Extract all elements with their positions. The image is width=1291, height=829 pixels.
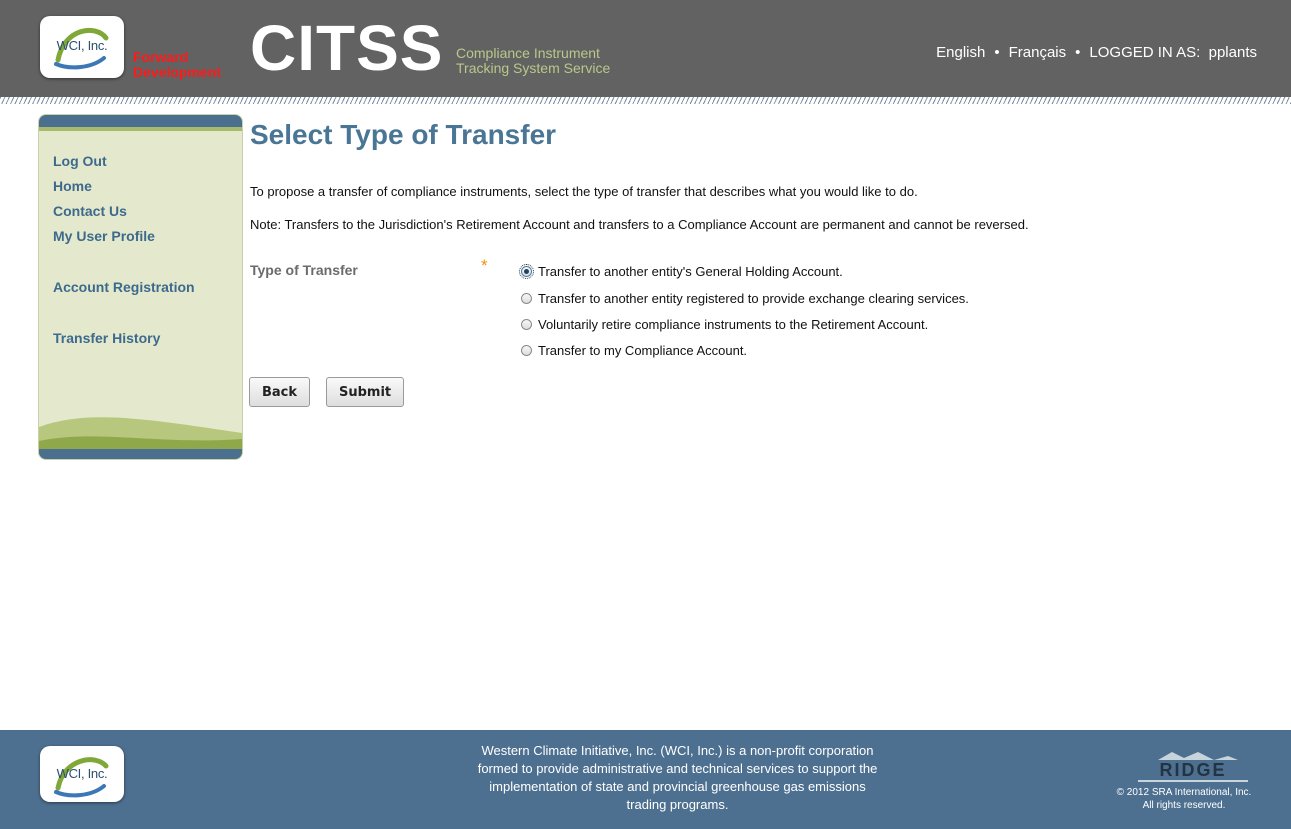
username: pplants [1208, 44, 1257, 61]
sidebar-accent-bar [39, 127, 242, 131]
page-title: Select Type of Transfer [250, 119, 557, 150]
footer-text-line: Western Climate Initiative, Inc. (WCI, I… [481, 743, 874, 758]
lang-french-link[interactable]: Français [1009, 44, 1067, 61]
footer-wci-logo: WCI, Inc. [40, 746, 124, 802]
type-of-transfer-label: Type of Transfer [250, 262, 358, 278]
ridge-logo: RIDGE [1138, 752, 1248, 782]
copyright-line-1: © 2012 SRA International, Inc. [1116, 787, 1252, 798]
radio-label[interactable]: Transfer to another entity's General Hol… [538, 264, 843, 279]
sidebar-item-account-registration[interactable]: Account Registration [53, 275, 195, 300]
wci-logo-text: WCI, Inc. [56, 38, 108, 53]
required-marker: * [481, 256, 488, 275]
radio-button[interactable] [521, 293, 532, 304]
header-divider [0, 97, 1291, 104]
env-line-1: Forward [133, 49, 189, 65]
env-line-2: Development [133, 64, 221, 80]
site-header: WCI, Inc. Forward Development CITSS Comp… [0, 0, 1291, 104]
intro-text: To propose a transfer of compliance inst… [250, 184, 918, 199]
back-button[interactable]: Back [249, 377, 311, 407]
radio-button-selected[interactable] [519, 264, 534, 279]
ridge-logo-text: RIDGE [1159, 760, 1227, 780]
brand-subtitle-line-2: Tracking System Service [456, 60, 611, 76]
sidebar-item-contact-us[interactable]: Contact Us [53, 199, 195, 224]
radio-option-general-holding[interactable]: Transfer to another entity's General Hol… [519, 264, 843, 279]
radio-option-exchange-clearing[interactable]: Transfer to another entity registered to… [521, 291, 969, 306]
brand-title: CITSS [250, 12, 444, 84]
wci-logo[interactable]: WCI, Inc. [40, 16, 124, 78]
sidebar-item-transfer-history[interactable]: Transfer History [53, 326, 195, 351]
copyright-text: © 2012 SRA International, Inc. All right… [1084, 786, 1284, 812]
logged-in-label: LOGGED IN AS: [1089, 44, 1201, 61]
footer-text-line: formed to provide administrative and tec… [477, 761, 878, 776]
radio-button[interactable] [521, 319, 532, 330]
submit-button[interactable]: Submit [326, 377, 405, 407]
radio-option-compliance-account[interactable]: Transfer to my Compliance Account. [521, 343, 747, 358]
sidebar-item-log-out[interactable]: Log Out [53, 149, 195, 174]
radio-button[interactable] [521, 345, 532, 356]
brand-subtitle-line-1: Compliance Instrument [456, 45, 600, 61]
separator-dot: • [1075, 44, 1081, 61]
copyright-line-2: All rights reserved. [1142, 800, 1226, 811]
language-bar: English • Français • LOGGED IN AS: pplants [936, 44, 1257, 61]
sidebar-wave-decoration [39, 417, 242, 459]
radio-option-retire[interactable]: Voluntarily retire compliance instrument… [521, 317, 928, 332]
sidebar-item-my-user-profile[interactable]: My User Profile [53, 224, 195, 249]
note-text: Note: Transfers to the Jurisdiction's Re… [250, 217, 1029, 232]
footer-text-line: trading programs. [626, 797, 729, 812]
footer-description: Western Climate Initiative, Inc. (WCI, I… [400, 742, 955, 814]
radio-label[interactable]: Transfer to my Compliance Account. [538, 343, 747, 358]
sidebar-top-bar [39, 115, 242, 127]
radio-label[interactable]: Transfer to another entity registered to… [538, 291, 969, 306]
environment-label: Forward Development [133, 50, 221, 80]
footer-logo-text: WCI, Inc. [56, 766, 108, 781]
sidebar-item-home[interactable]: Home [53, 174, 195, 199]
radio-label[interactable]: Voluntarily retire compliance instrument… [538, 317, 928, 332]
site-footer: WCI, Inc. Western Climate Initiative, In… [0, 730, 1291, 829]
separator-dot: • [994, 44, 1000, 61]
lang-english-link[interactable]: English [936, 44, 985, 61]
brand-subtitle: Compliance Instrument Tracking System Se… [456, 46, 610, 76]
sidebar: Log Out Home Contact Us My User Profile … [38, 114, 243, 460]
sidebar-nav: Log Out Home Contact Us My User Profile … [53, 149, 195, 351]
footer-text-line: implementation of state and provincial g… [489, 779, 866, 794]
